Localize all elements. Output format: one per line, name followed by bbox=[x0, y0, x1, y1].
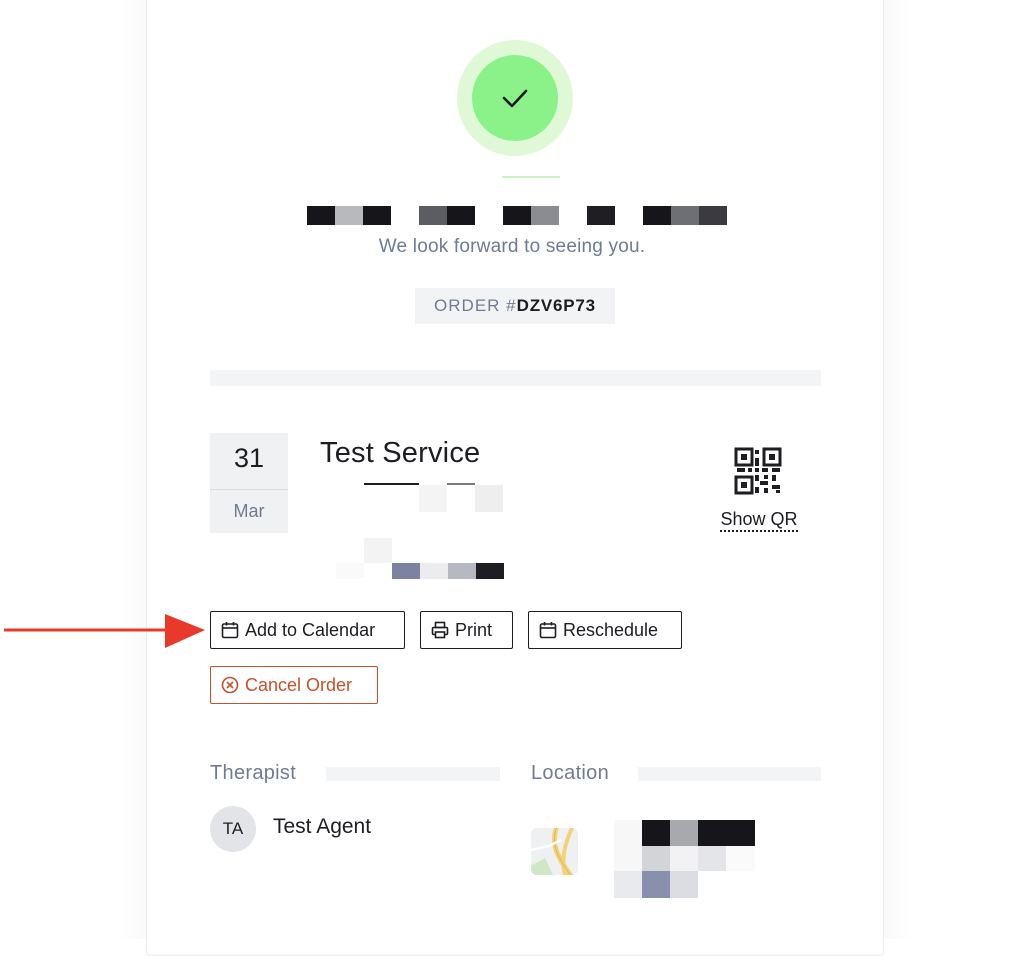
page-shadow-left bbox=[118, 0, 148, 939]
therapist-label: Therapist bbox=[210, 762, 297, 784]
qr-code-icon bbox=[734, 447, 782, 495]
success-badge bbox=[472, 55, 558, 141]
order-label: ORDER # bbox=[434, 296, 517, 315]
confirmation-subtitle: We look forward to seeing you. bbox=[378, 236, 646, 257]
therapist-name: Test Agent bbox=[273, 815, 372, 838]
reschedule-button[interactable]: Reschedule bbox=[528, 611, 682, 649]
location-label: Location bbox=[531, 762, 610, 784]
add-to-calendar-label: Add to Calendar bbox=[245, 619, 376, 640]
service-title: Test Service bbox=[320, 437, 481, 469]
printer-icon bbox=[431, 621, 449, 639]
cancel-order-button[interactable]: Cancel Order bbox=[210, 666, 378, 704]
cancel-order-label: Cancel Order bbox=[245, 674, 353, 695]
reschedule-label: Reschedule bbox=[563, 619, 659, 640]
title-accent-line bbox=[502, 176, 560, 178]
avatar: TA bbox=[210, 806, 256, 852]
date-day: 31 bbox=[233, 443, 265, 473]
date-separator bbox=[210, 489, 288, 490]
show-qr-label: Show QR bbox=[714, 509, 804, 532]
date-block: 31 Mar bbox=[210, 433, 288, 533]
add-to-calendar-button[interactable]: Add to Calendar bbox=[210, 611, 405, 649]
print-button[interactable]: Print bbox=[420, 611, 513, 649]
location-label-rule bbox=[638, 767, 821, 781]
location-map-thumbnail[interactable] bbox=[531, 828, 578, 875]
check-icon bbox=[502, 89, 528, 108]
order-number-chip: ORDER # DZV6P73 bbox=[415, 288, 615, 324]
calendar-icon bbox=[221, 622, 239, 639]
date-month: Mar bbox=[233, 501, 265, 521]
order-code: DZV6P73 bbox=[516, 296, 596, 315]
section-divider bbox=[210, 370, 821, 386]
redacted-title bbox=[307, 206, 727, 225]
therapist-label-rule bbox=[326, 767, 500, 781]
map-icon bbox=[531, 828, 578, 875]
calendar-icon bbox=[539, 622, 557, 639]
print-label: Print bbox=[455, 619, 493, 640]
show-qr-button[interactable]: Show QR bbox=[714, 447, 804, 537]
annotation-arrow-icon bbox=[4, 614, 205, 648]
cancel-circle-icon bbox=[221, 676, 239, 694]
page-shadow-right bbox=[884, 0, 914, 939]
